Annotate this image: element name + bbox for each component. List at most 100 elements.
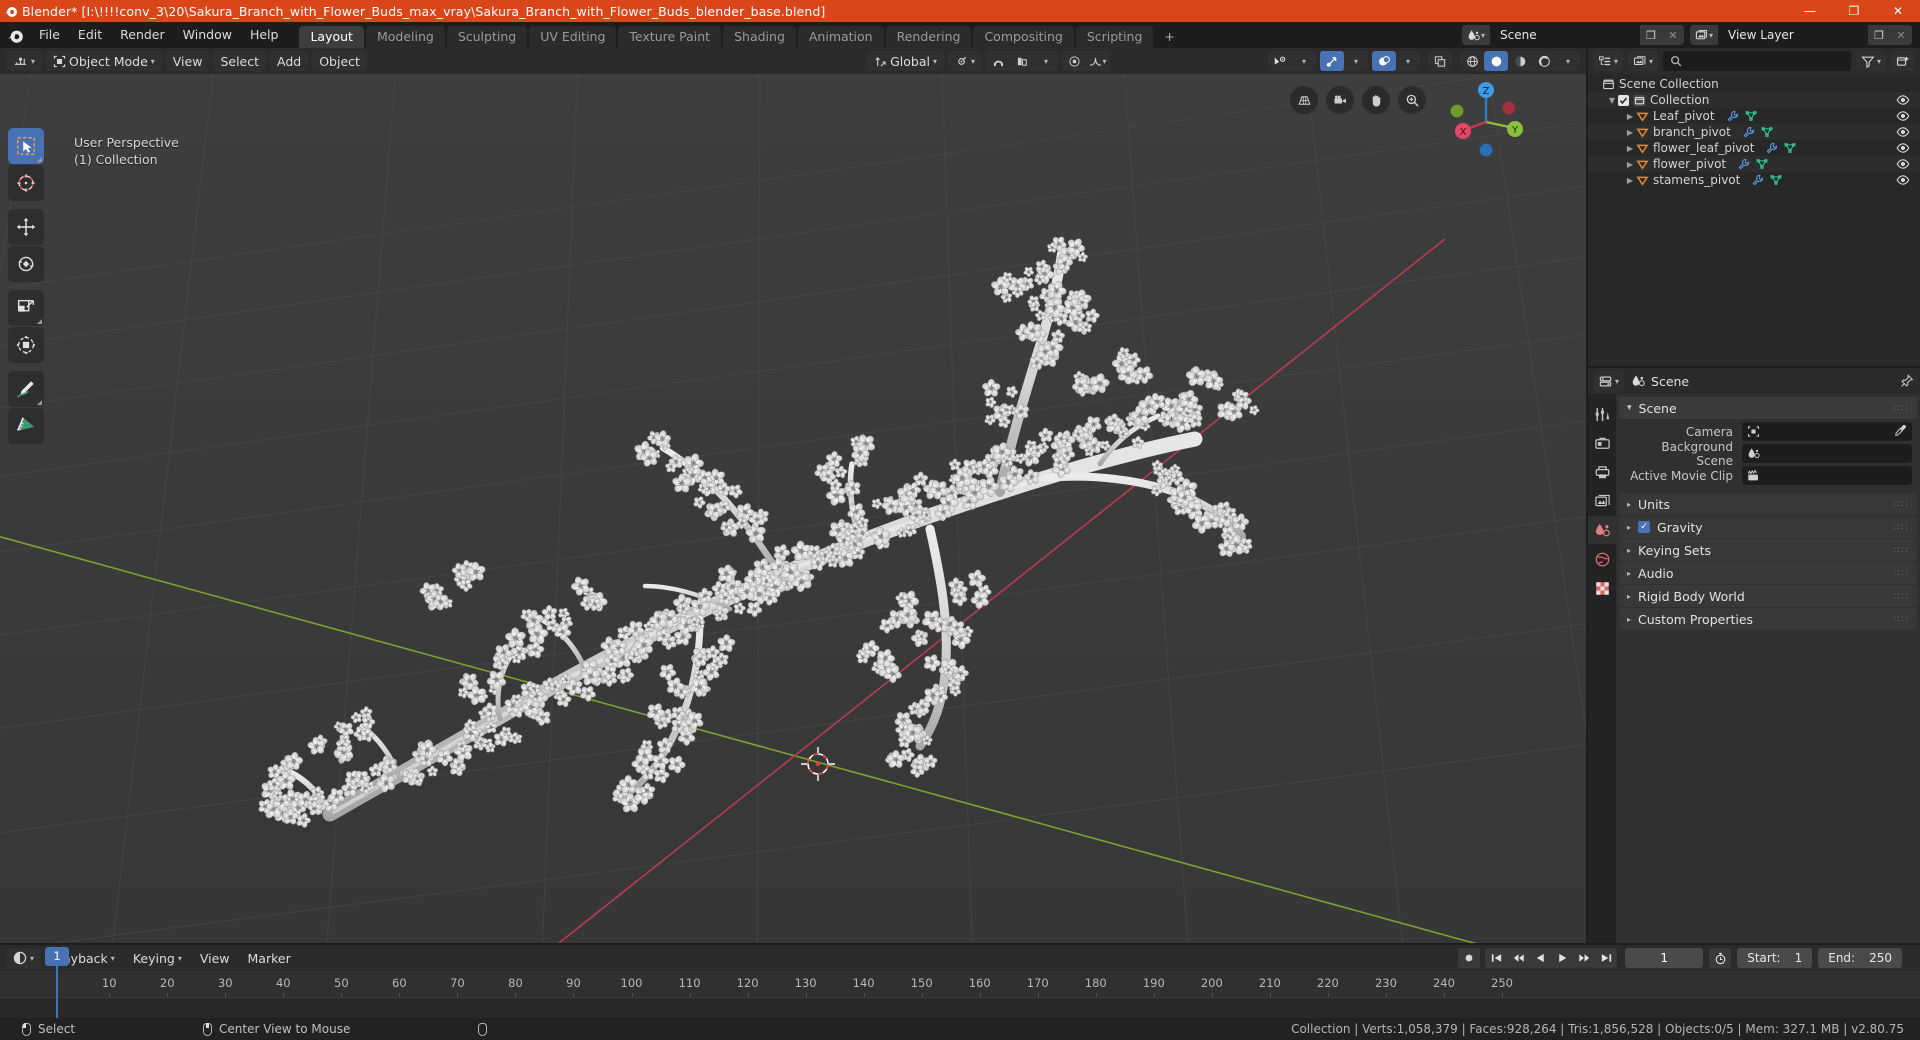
tab-shading[interactable]: Shading xyxy=(723,26,796,48)
frame-range-fields[interactable]: Start: 1 xyxy=(1737,948,1813,968)
current-frame-field[interactable]: 1 xyxy=(1625,948,1704,968)
outliner-editor[interactable]: ▾ ▾ ▾ Scene Collection ▼ Collection ▶ Le… xyxy=(1588,48,1920,366)
outliner-display-mode-selector[interactable]: ▾ xyxy=(1628,51,1659,71)
tab-compositing[interactable]: Compositing xyxy=(973,26,1074,48)
proportional-falloff-dropdown[interactable]: ▾ xyxy=(1086,51,1110,71)
expand-triangle-icon[interactable]: ▶ xyxy=(1624,128,1636,137)
visibility-eye-icon[interactable] xyxy=(1896,109,1910,123)
auto-keying-stopwatch-icon[interactable] xyxy=(1709,948,1732,968)
mesh-data-icon[interactable] xyxy=(1784,142,1796,154)
close-button[interactable]: ✕ xyxy=(1876,0,1920,22)
viewport-menu-select[interactable]: Select xyxy=(213,51,267,71)
custom-properties-panel-header[interactable]: ▸ Custom Properties :::: xyxy=(1619,608,1917,630)
panel-disclosure-icon[interactable]: ▸ xyxy=(1627,569,1631,578)
camera-view-icon[interactable] xyxy=(1326,86,1354,114)
overlays-dropdown[interactable]: ▾ xyxy=(1292,51,1316,71)
panel-disclosure-icon[interactable]: ▸ xyxy=(1627,615,1631,624)
viewport-menu-object[interactable]: Object xyxy=(312,51,367,71)
transform-tool[interactable] xyxy=(8,327,44,363)
outliner-row-branch-pivot[interactable]: ▶ branch_pivot xyxy=(1588,124,1920,140)
expand-triangle-icon[interactable]: ▼ xyxy=(1606,96,1618,105)
cursor-tool[interactable] xyxy=(8,165,44,201)
zoom-icon[interactable] xyxy=(1398,86,1426,114)
tab-texture-paint[interactable]: Texture Paint xyxy=(618,26,722,48)
tab-rendering[interactable]: Rendering xyxy=(885,26,972,48)
show-overlays-icon[interactable] xyxy=(1268,51,1292,71)
new-collection-button[interactable] xyxy=(1891,51,1915,71)
viewport-canvas[interactable] xyxy=(0,74,1586,943)
modifier-wrench-icon[interactable] xyxy=(1743,126,1755,138)
tab-scripting[interactable]: Scripting xyxy=(1075,26,1154,48)
shading-dropdown[interactable]: ▾ xyxy=(1556,51,1580,71)
timeline-editor[interactable]: ▾ Playback ▾ Keying ▾ View Marker 1 Star… xyxy=(0,945,1920,1018)
scene-panel-header[interactable]: ▾ Scene :::: xyxy=(1619,397,1917,419)
toggle-xray-icon[interactable] xyxy=(1428,51,1452,71)
next-keyframe-icon[interactable] xyxy=(1573,948,1595,968)
panel-disclosure-icon[interactable]: ▸ xyxy=(1627,592,1631,601)
jump-to-start-icon[interactable] xyxy=(1485,948,1507,968)
keying-sets-panel-header[interactable]: ▸ Keying Sets :::: xyxy=(1619,539,1917,561)
jump-to-end-icon[interactable] xyxy=(1595,948,1617,968)
visibility-eye-icon[interactable] xyxy=(1896,125,1910,139)
snap-dropdown[interactable]: ▾ xyxy=(1034,51,1058,71)
pin-icon[interactable] xyxy=(1900,374,1914,388)
collection-checkbox[interactable] xyxy=(1618,94,1629,106)
timeline-menu-view[interactable]: View xyxy=(193,948,237,968)
tab-sculpting[interactable]: Sculpting xyxy=(446,26,528,48)
timeline-playhead[interactable]: 1 xyxy=(45,947,69,966)
outliner-row-flower-leaf-pivot[interactable]: ▶ flower_leaf_pivot xyxy=(1588,140,1920,156)
render-tab[interactable] xyxy=(1588,429,1616,457)
unlink-scene-button[interactable]: ✕ xyxy=(1662,25,1684,45)
camera-field-input[interactable] xyxy=(1742,422,1912,441)
tab-layout[interactable]: Layout xyxy=(299,26,364,48)
timeline-editor-type-selector[interactable]: ▾ xyxy=(6,948,42,968)
units-panel-header[interactable]: ▸ Units :::: xyxy=(1619,493,1917,515)
gravity-panel-header[interactable]: ▸ ✓ Gravity :::: xyxy=(1619,516,1917,538)
maximize-button[interactable]: ❐ xyxy=(1832,0,1876,22)
visibility-eye-icon[interactable] xyxy=(1896,93,1910,107)
viewport-menu-view[interactable]: View xyxy=(165,51,210,71)
end-frame-value[interactable]: 250 xyxy=(1869,951,1892,965)
viewport-menu-add[interactable]: Add xyxy=(270,51,309,71)
panel-disclosure-icon[interactable]: ▾ xyxy=(1627,403,1632,413)
rendered-shading-icon[interactable] xyxy=(1532,51,1556,71)
rigid-body-world-panel-header[interactable]: ▸ Rigid Body World :::: xyxy=(1619,585,1917,607)
solid-shading-icon[interactable] xyxy=(1484,51,1508,71)
timeline-menu-keying[interactable]: Keying ▾ xyxy=(126,948,189,968)
transform-orientation-selector[interactable]: Global ▾ xyxy=(867,51,944,71)
view-layer-name[interactable]: View Layer xyxy=(1718,25,1868,45)
expand-triangle-icon[interactable]: ▶ xyxy=(1624,144,1636,153)
menu-file[interactable]: File xyxy=(30,25,69,45)
panel-disclosure-icon[interactable]: ▸ xyxy=(1627,546,1631,555)
eyedropper-icon[interactable] xyxy=(1894,424,1907,437)
modifier-wrench-icon[interactable] xyxy=(1766,142,1778,154)
menu-window[interactable]: Window xyxy=(174,25,241,45)
outliner-row-flower-pivot[interactable]: ▶ flower_pivot xyxy=(1588,156,1920,172)
visibility-eye-icon[interactable] xyxy=(1896,157,1910,171)
timeline-ruler[interactable]: 10 20 30 40 50 60 70 80 90 100 110 120 130 140 150 160 1… xyxy=(0,971,1920,997)
tab-animation[interactable]: Animation xyxy=(797,26,884,48)
outliner-filter-button[interactable]: ▾ xyxy=(1855,51,1886,71)
timeline-menu-marker[interactable]: Marker xyxy=(241,948,298,968)
outliner-row-leaf-pivot[interactable]: ▶ Leaf_pivot xyxy=(1588,108,1920,124)
properties-editor-type-selector[interactable]: ▾ xyxy=(1594,371,1625,391)
menu-edit[interactable]: Edit xyxy=(69,25,111,45)
modifier-wrench-icon[interactable] xyxy=(1752,174,1764,186)
output-tab[interactable] xyxy=(1588,458,1616,486)
expand-triangle-icon[interactable]: ▶ xyxy=(1624,160,1636,169)
move-tool[interactable] xyxy=(8,209,44,245)
world-tab[interactable] xyxy=(1588,545,1616,573)
visibility-eye-icon[interactable] xyxy=(1896,173,1910,187)
measure-tool[interactable] xyxy=(8,408,44,444)
tool-tab[interactable] xyxy=(1588,400,1616,428)
snap-target-icon[interactable] xyxy=(1010,51,1034,71)
toggle-camera-grid-icon[interactable] xyxy=(1290,86,1318,114)
object-mode-selector[interactable]: Object Mode ▾ xyxy=(46,51,162,71)
timeline-track-area[interactable] xyxy=(0,997,1920,1018)
previous-keyframe-icon[interactable] xyxy=(1507,948,1529,968)
mesh-data-icon[interactable] xyxy=(1745,110,1757,122)
snap-pivot-selector[interactable]: ▾ xyxy=(947,51,982,71)
overlay-dropdown[interactable]: ▾ xyxy=(1396,51,1420,71)
expand-triangle-icon[interactable]: ▶ xyxy=(1624,112,1636,121)
background-scene-field-input[interactable] xyxy=(1742,444,1912,463)
